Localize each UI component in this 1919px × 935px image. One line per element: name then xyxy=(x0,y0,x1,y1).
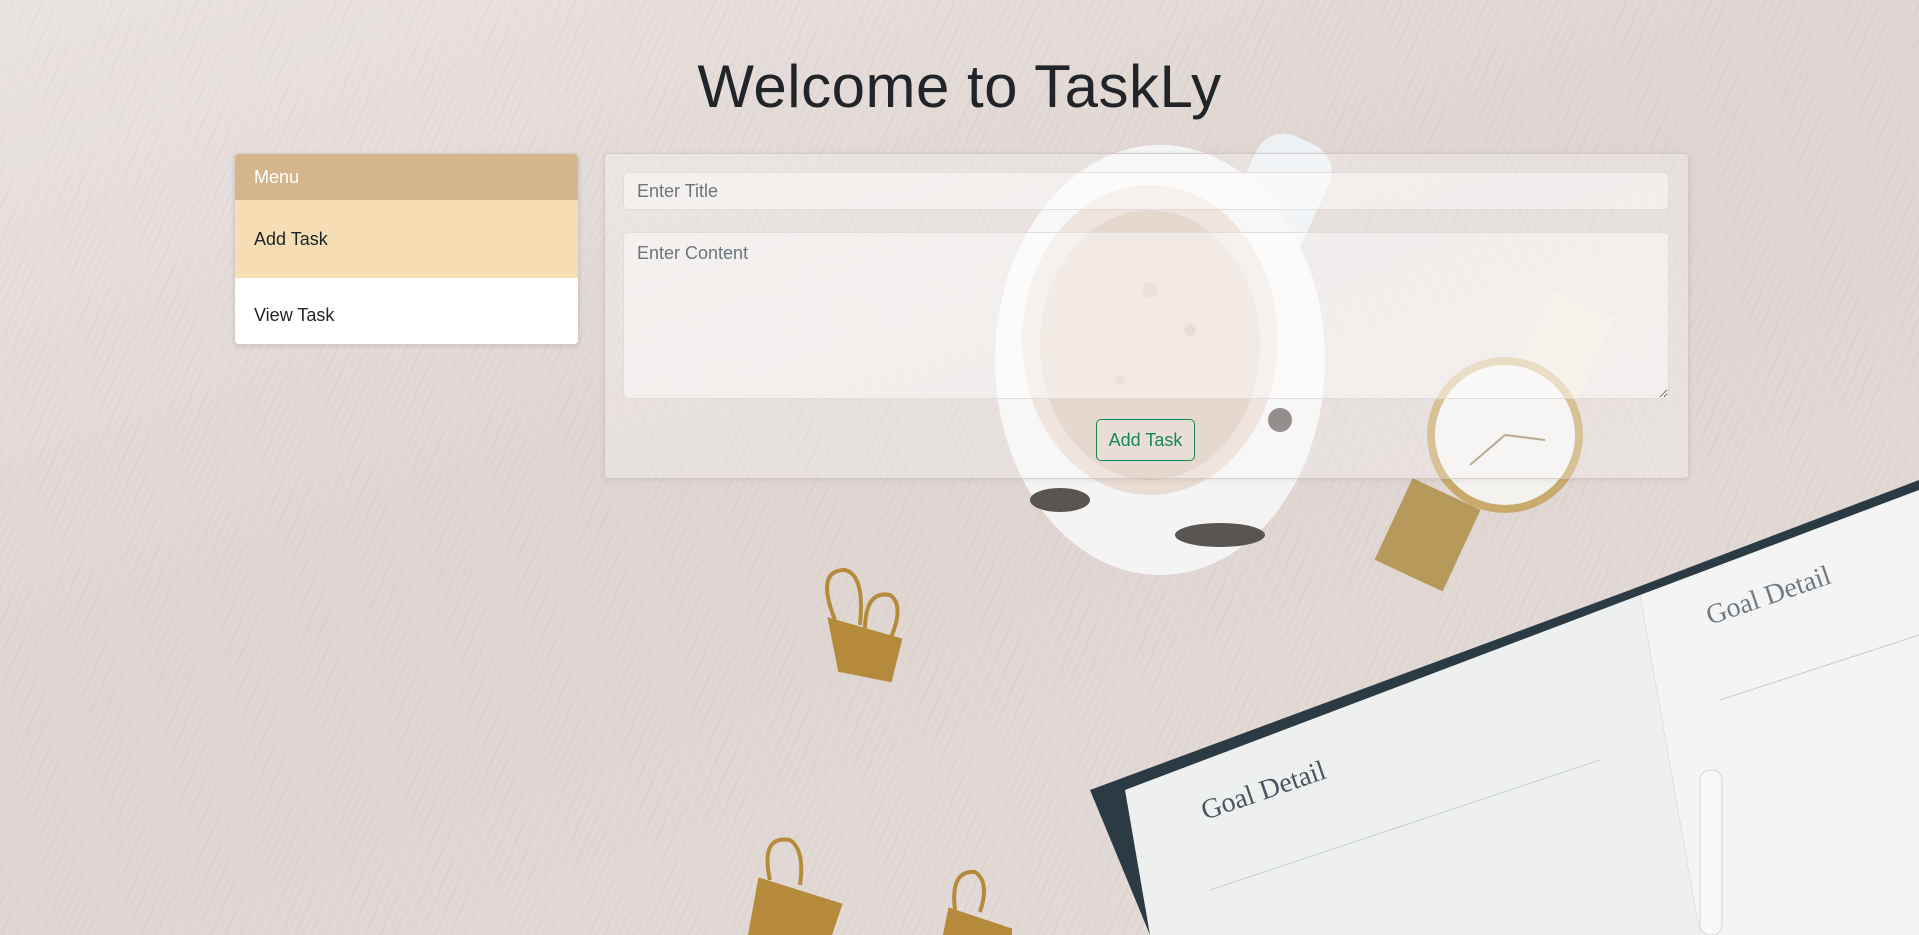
content-textarea[interactable] xyxy=(623,232,1669,399)
side-menu: Menu Add Task View Task xyxy=(234,153,579,345)
add-task-form: Add Task xyxy=(604,153,1689,479)
menu-item-view-task[interactable]: View Task xyxy=(235,278,578,344)
menu-header: Menu xyxy=(235,154,578,200)
page-title: Welcome to TaskLy xyxy=(697,53,1222,120)
title-input[interactable] xyxy=(623,172,1669,210)
menu-item-add-task[interactable]: Add Task xyxy=(235,200,578,278)
add-task-button[interactable]: Add Task xyxy=(1096,419,1195,461)
binder-clips-illustration xyxy=(747,567,1012,935)
